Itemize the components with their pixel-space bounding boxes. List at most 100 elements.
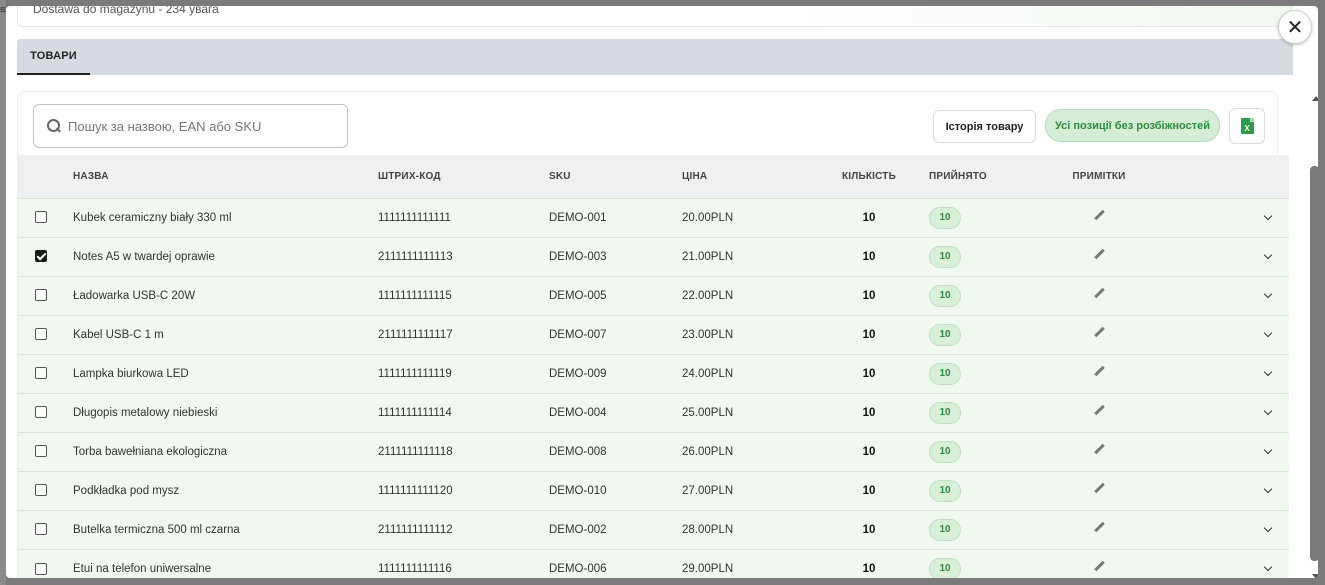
product-quantity-cell: 10 — [809, 432, 929, 471]
search-box[interactable] — [33, 104, 348, 148]
product-sku: DEMO-004 — [549, 406, 607, 419]
row-checkbox[interactable] — [35, 328, 47, 341]
row-checkbox[interactable] — [35, 523, 47, 536]
header-name[interactable]: НАЗВА — [73, 155, 378, 198]
chevron-down-icon[interactable] — [1264, 525, 1272, 533]
table-row: Ładowarka USB-C 20W 1111111111115 DEMO-0… — [18, 276, 1289, 315]
edit-note-pencil-icon[interactable] — [1092, 404, 1106, 418]
notes-cell — [1039, 198, 1159, 237]
product-quantity: 10 — [862, 406, 876, 419]
accepted-badge[interactable]: 10 — [929, 440, 961, 463]
scrollbar[interactable] — [1310, 96, 1318, 578]
row-checkbox[interactable] — [35, 406, 47, 419]
accepted-badge[interactable]: 10 — [929, 323, 961, 346]
scrollbar-thumb[interactable] — [1310, 166, 1318, 561]
edit-note-pencil-icon[interactable] — [1092, 248, 1106, 262]
all-items-no-discrepancy-button[interactable]: Усі позиції без розбіжностей — [1045, 109, 1220, 142]
product-sku: DEMO-005 — [549, 289, 607, 302]
edit-note-pencil-icon[interactable] — [1092, 560, 1106, 574]
search-input[interactable] — [68, 118, 328, 134]
product-history-button[interactable]: Історія товару — [933, 110, 1036, 143]
tabs-bar: ТОВАРИ — [17, 39, 1293, 75]
edit-note-pencil-icon[interactable] — [1092, 365, 1106, 379]
table-row: Torba bawełniana ekologiczna 21111111111… — [18, 432, 1289, 471]
accepted-badge[interactable]: 10 — [929, 479, 961, 502]
header-sku[interactable]: SKU — [549, 155, 682, 198]
product-barcode: 2111111111118 — [378, 445, 453, 458]
delivery-title: Dostawa do magazynu - 234 увага — [33, 6, 219, 16]
header-barcode[interactable]: ШТРИХ-КОД — [378, 155, 549, 198]
products-table-wrap: НАЗВА ШТРИХ-КОД SKU ЦІНА КІЛЬКІСТЬ ПРИЙН… — [18, 155, 1289, 578]
accepted-badge[interactable]: 10 — [929, 401, 961, 424]
edit-note-pencil-icon[interactable] — [1092, 482, 1106, 496]
search-icon — [46, 118, 62, 134]
product-barcode: 1111111111119 — [378, 367, 452, 380]
row-checkbox[interactable] — [35, 250, 47, 263]
accepted-cell: 10 — [929, 237, 1039, 276]
row-checkbox[interactable] — [35, 367, 47, 380]
edit-note-pencil-icon[interactable] — [1092, 326, 1106, 340]
header-accepted[interactable]: ПРИЙНЯТО — [929, 155, 1039, 198]
table-row: Kabel USB-C 1 m 2111111111117 DEMO-007 2… — [18, 315, 1289, 354]
product-sku: DEMO-006 — [549, 562, 607, 575]
accepted-badge[interactable]: 10 — [929, 518, 961, 541]
header-price[interactable]: ЦІНА — [682, 155, 809, 198]
product-sku: DEMO-007 — [549, 328, 607, 341]
accepted-badge[interactable]: 10 — [929, 362, 961, 385]
accepted-cell: 10 — [929, 354, 1039, 393]
expand-cell — [1159, 276, 1289, 315]
accepted-badge[interactable]: 10 — [929, 557, 961, 578]
header-select — [18, 155, 73, 198]
row-checkbox[interactable] — [35, 562, 47, 575]
tab-products[interactable]: ТОВАРИ — [17, 39, 90, 75]
row-checkbox[interactable] — [35, 289, 47, 302]
notes-cell — [1039, 276, 1159, 315]
row-checkbox[interactable] — [35, 484, 47, 497]
edit-note-pencil-icon[interactable] — [1092, 443, 1106, 457]
product-price: 28.00PLN — [682, 523, 734, 536]
expand-cell — [1159, 549, 1289, 578]
product-name: Torba bawełniana ekologiczna — [73, 445, 228, 458]
row-checkbox[interactable] — [35, 211, 47, 224]
product-barcode: 1111111111115 — [378, 289, 452, 302]
chevron-down-icon[interactable] — [1264, 486, 1272, 494]
product-price: 22.00PLN — [682, 289, 734, 302]
accepted-badge[interactable]: 10 — [929, 206, 961, 229]
accepted-badge[interactable]: 10 — [929, 284, 961, 307]
accepted-cell: 10 — [929, 315, 1039, 354]
chevron-down-icon[interactable] — [1264, 213, 1272, 221]
chevron-down-icon[interactable] — [1264, 291, 1272, 299]
product-price: 29.00PLN — [682, 562, 734, 575]
accepted-cell: 10 — [929, 276, 1039, 315]
expand-cell — [1159, 471, 1289, 510]
expand-cell — [1159, 510, 1289, 549]
row-checkbox[interactable] — [35, 445, 47, 458]
notes-cell — [1039, 315, 1159, 354]
product-quantity-cell: 10 — [809, 549, 929, 578]
chevron-down-icon[interactable] — [1264, 564, 1272, 572]
edit-note-pencil-icon[interactable] — [1092, 209, 1106, 223]
close-icon[interactable]: ✕ — [1278, 10, 1312, 44]
products-panel: Історія товару Усі позиції без розбіжнос… — [17, 91, 1289, 578]
accepted-cell: 10 — [929, 198, 1039, 237]
product-name: Kubek ceramiczny biały 330 ml — [73, 211, 232, 224]
chevron-down-icon[interactable] — [1264, 330, 1272, 338]
chevron-down-icon[interactable] — [1264, 408, 1272, 416]
scroll-down-arrow-icon[interactable] — [1312, 574, 1318, 578]
chevron-down-icon[interactable] — [1264, 369, 1272, 377]
chevron-down-icon[interactable] — [1264, 252, 1272, 260]
product-barcode: 2111111111112 — [378, 523, 453, 536]
export-excel-button[interactable]: X — [1229, 108, 1265, 144]
table-row: Butelka termiczna 500 ml czarna 21111111… — [18, 510, 1289, 549]
chevron-down-icon[interactable] — [1264, 447, 1272, 455]
header-quantity[interactable]: КІЛЬКІСТЬ — [809, 155, 929, 198]
edit-note-pencil-icon[interactable] — [1092, 287, 1106, 301]
notes-cell — [1039, 393, 1159, 432]
edit-note-pencil-icon[interactable] — [1092, 521, 1106, 535]
notes-cell — [1039, 432, 1159, 471]
scroll-up-arrow-icon[interactable] — [1312, 96, 1318, 101]
accepted-cell: 10 — [929, 432, 1039, 471]
table-row: Etui na telefon uniwersalne 111111111111… — [18, 549, 1289, 578]
product-quantity: 10 — [862, 289, 876, 302]
accepted-badge[interactable]: 10 — [929, 245, 961, 268]
